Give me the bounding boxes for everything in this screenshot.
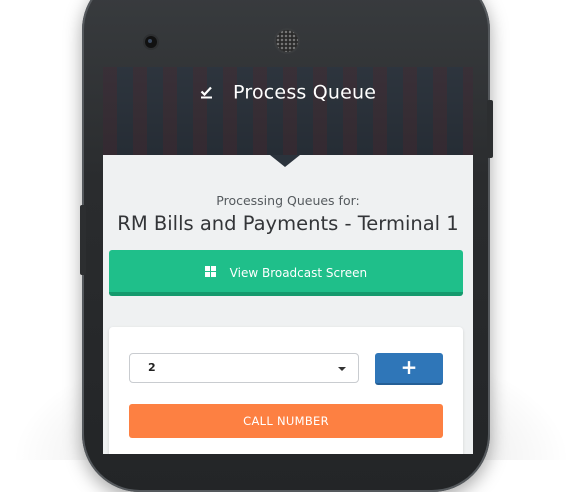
queue-number-select[interactable]: 2: [129, 353, 359, 383]
terminal-name: RM Bills and Payments - Terminal 1: [117, 212, 459, 235]
grid-icon: [204, 266, 216, 277]
queue-number-value: 2: [148, 361, 156, 374]
power-button: [487, 100, 493, 158]
earpiece-speaker: [276, 30, 298, 52]
page-title: Process Queue: [103, 81, 473, 104]
view-broadcast-screen-button[interactable]: View Broadcast Screen: [109, 250, 463, 296]
check-list-icon: [200, 82, 213, 104]
volume-button: [80, 205, 86, 275]
header-banner: Process Queue: [103, 67, 473, 155]
queue-control-card: 2 + CALL NUMBER: [109, 327, 463, 454]
chevron-down-icon: [338, 367, 346, 371]
front-camera: [145, 36, 157, 48]
call-number-button[interactable]: CALL NUMBER: [129, 404, 443, 438]
page-title-text: Process Queue: [233, 81, 377, 104]
app-screen: Process Queue Processing Queues for: RM …: [103, 67, 473, 454]
view-broadcast-screen-label: View Broadcast Screen: [229, 266, 368, 280]
header-pointer: [270, 155, 300, 167]
processing-subtitle: Processing Queues for:: [216, 193, 360, 208]
add-button[interactable]: +: [375, 353, 443, 385]
